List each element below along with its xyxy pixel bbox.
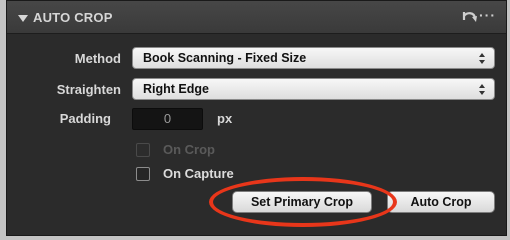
auto-crop-panel: AUTO CROP ··· Method Book Scanning - Fix… — [6, 0, 507, 236]
select-arrows-icon — [478, 83, 486, 101]
reset-arrow-icon[interactable] — [462, 10, 478, 29]
straighten-label: Straighten — [56, 82, 121, 97]
on-crop-label: On Crop — [163, 142, 215, 157]
method-label: Method — [74, 51, 121, 66]
on-capture-checkbox[interactable] — [136, 167, 150, 181]
more-dots-icon[interactable]: ··· — [479, 7, 496, 23]
on-crop-checkbox — [136, 143, 150, 157]
method-select-value: Book Scanning - Fixed Size — [143, 51, 307, 65]
panel-header[interactable]: AUTO CROP ··· — [7, 1, 506, 34]
collapse-triangle-icon[interactable] — [18, 15, 28, 22]
auto-crop-button[interactable]: Auto Crop — [387, 191, 495, 213]
straighten-select[interactable]: Right Edge — [132, 78, 495, 100]
method-select[interactable]: Book Scanning - Fixed Size — [132, 47, 495, 69]
set-primary-crop-button[interactable]: Set Primary Crop — [232, 191, 372, 213]
padding-input[interactable]: 0 — [132, 108, 203, 130]
panel-title: AUTO CROP — [33, 10, 113, 25]
padding-label: Padding — [59, 111, 111, 126]
on-capture-label[interactable]: On Capture — [163, 166, 234, 181]
select-arrows-icon — [478, 52, 486, 70]
straighten-select-value: Right Edge — [143, 82, 209, 96]
padding-unit: px — [217, 111, 233, 126]
